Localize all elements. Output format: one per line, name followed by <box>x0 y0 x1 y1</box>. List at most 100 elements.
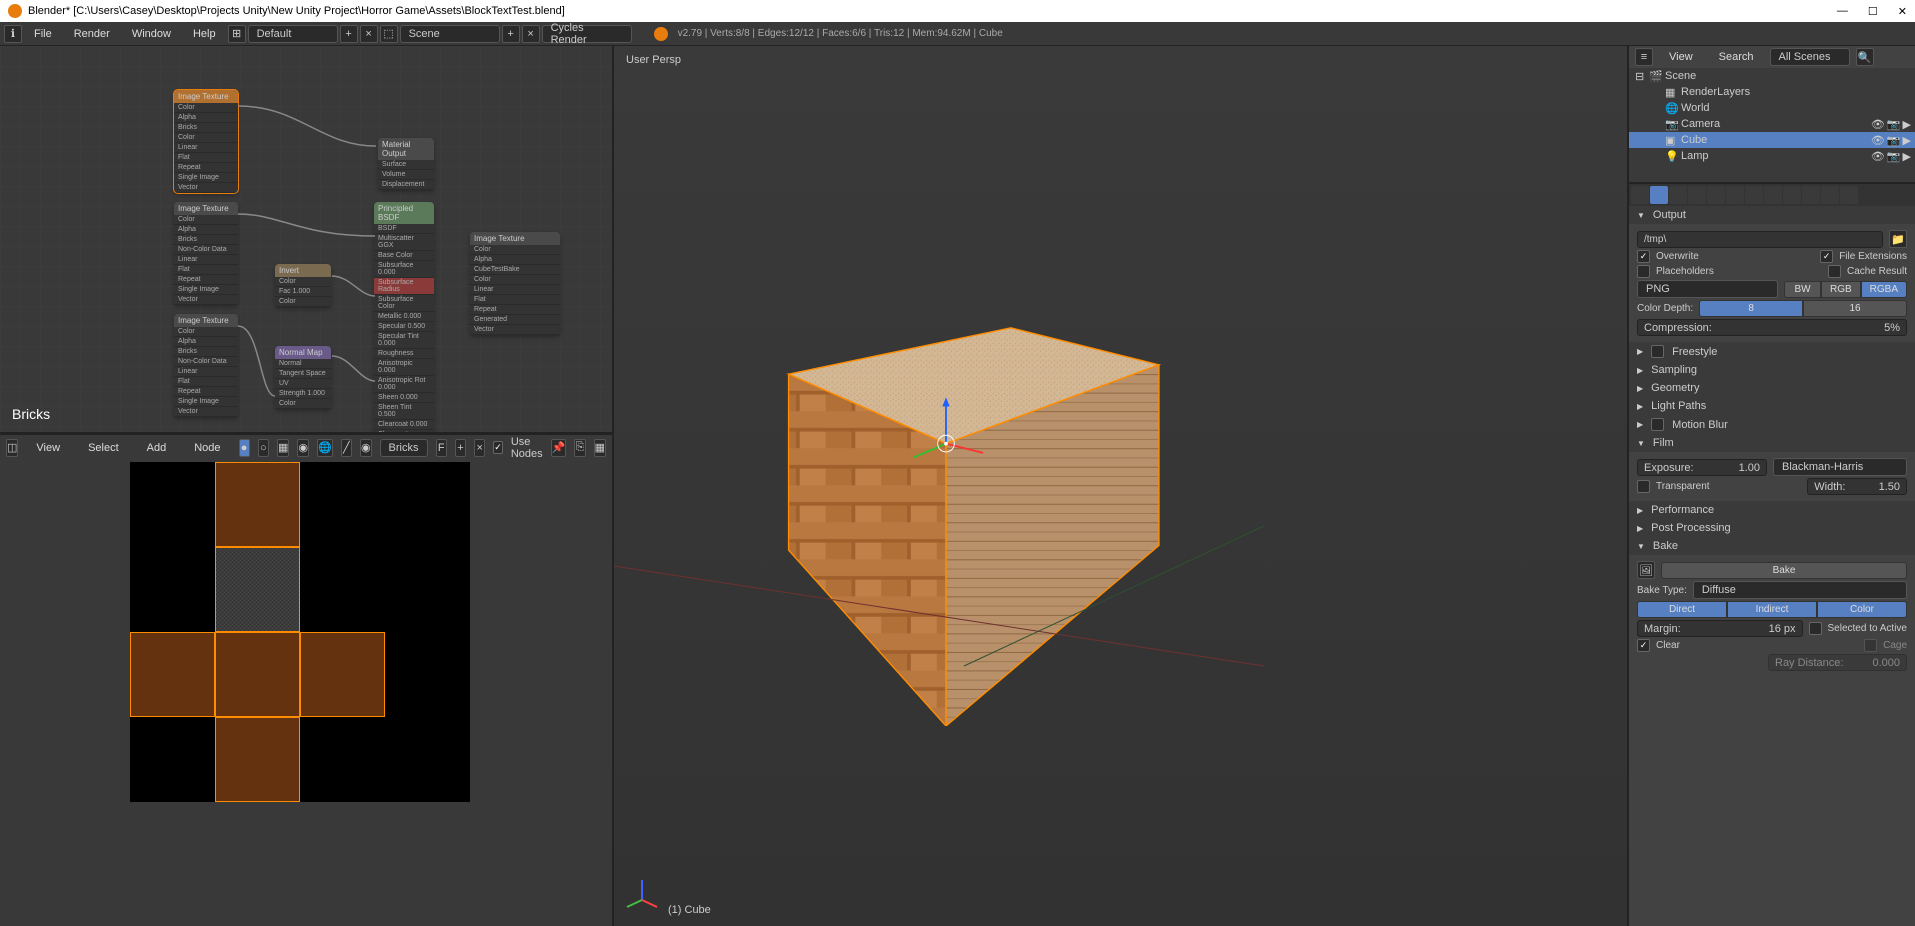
tab-data[interactable] <box>1764 186 1782 204</box>
node-editor[interactable]: Image Texture ColorAlpha BricksColor Lin… <box>0 46 612 434</box>
clear-checkbox[interactable] <box>1637 639 1650 652</box>
node-principled-bsdf[interactable]: Principled BSDF BSDFMultiscatter GGX Bas… <box>374 202 434 434</box>
bake-type-dropdown[interactable]: Diffuse <box>1693 581 1907 599</box>
panel-geometry[interactable]: Geometry <box>1629 379 1915 397</box>
sel-to-active-checkbox[interactable] <box>1809 622 1822 635</box>
node-normal-map[interactable]: Normal Map NormalTangent Space UVStrengt… <box>275 346 331 409</box>
copy-icon[interactable]: ⎘ <box>574 439 585 457</box>
tab-render[interactable] <box>1631 186 1649 204</box>
panel-performance[interactable]: Performance <box>1629 501 1915 519</box>
cube-mesh[interactable] <box>696 226 1196 726</box>
pixel-filter-dropdown[interactable]: Blackman-Harris <box>1773 458 1907 476</box>
composite-nodes-icon[interactable]: ○ <box>258 439 269 457</box>
bw-button[interactable]: BW <box>1784 281 1821 298</box>
uv-face[interactable] <box>215 717 300 802</box>
material-dropdown[interactable]: Bricks <box>380 439 428 457</box>
exposure-field[interactable]: Exposure:1.00 <box>1637 459 1767 476</box>
3d-viewport[interactable]: User Persp <box>614 46 1627 926</box>
panel-film-header[interactable]: Film <box>1629 434 1915 452</box>
uv-image-canvas[interactable] <box>130 462 470 802</box>
outliner-type-icon[interactable]: ≡ <box>1635 48 1653 66</box>
outliner-search[interactable]: Search <box>1709 48 1764 66</box>
material-f-button[interactable]: F <box>436 439 447 457</box>
outliner-view[interactable]: View <box>1659 48 1703 66</box>
material-browse-icon[interactable]: ◉ <box>360 439 372 457</box>
panel-output-header[interactable]: Output <box>1629 206 1915 224</box>
menu-help[interactable]: Help <box>183 25 226 43</box>
scene-dropdown[interactable]: Scene <box>400 25 500 43</box>
tab-object[interactable] <box>1707 186 1725 204</box>
panel-post[interactable]: Post Processing <box>1629 519 1915 537</box>
margin-field[interactable]: Margin:16 px <box>1637 620 1803 637</box>
backdrop-icon[interactable]: ▦ <box>594 439 606 457</box>
panel-light-paths[interactable]: Light Paths <box>1629 397 1915 415</box>
depth16-button[interactable]: 16 <box>1803 300 1907 317</box>
node-image-texture-3[interactable]: Image Texture ColorAlpha BricksNon-Color… <box>174 314 238 417</box>
rgb-button[interactable]: RGB <box>1821 281 1861 298</box>
outliner-search-icon[interactable]: 🔍 <box>1856 48 1874 66</box>
layout-dropdown[interactable]: Default <box>248 25 338 43</box>
uv-face[interactable] <box>300 632 385 717</box>
indirect-button[interactable]: Indirect <box>1727 601 1817 618</box>
depth8-button[interactable]: 8 <box>1699 300 1803 317</box>
ne-menu-node[interactable]: Node <box>184 439 230 457</box>
pin-icon[interactable]: 📌 <box>551 439 567 457</box>
layout-remove-icon[interactable]: × <box>360 25 378 43</box>
tab-render-layers[interactable] <box>1650 186 1668 204</box>
menu-window[interactable]: Window <box>122 25 181 43</box>
tab-particles[interactable] <box>1821 186 1839 204</box>
color-button[interactable]: Color <box>1817 601 1907 618</box>
node-material-output[interactable]: Material Output SurfaceVolumeDisplacemen… <box>378 138 434 190</box>
node-image-texture-4[interactable]: Image Texture ColorAlpha CubeTestBakeCol… <box>470 232 560 335</box>
compression-slider[interactable]: Compression:5% <box>1637 319 1907 336</box>
node-image-texture-2[interactable]: Image Texture ColorAlpha BricksNon-Color… <box>174 202 238 305</box>
outliner-item-scene[interactable]: ⊟🎬Scene <box>1629 68 1915 84</box>
folder-icon[interactable]: 📁 <box>1889 230 1907 248</box>
linestyle-icon[interactable]: ╱ <box>341 439 352 457</box>
tab-world[interactable] <box>1688 186 1706 204</box>
ne-menu-add[interactable]: Add <box>137 439 177 457</box>
outliner-item-renderlayers[interactable]: ▦RenderLayers <box>1629 84 1915 100</box>
ne-menu-select[interactable]: Select <box>78 439 129 457</box>
rgba-button[interactable]: RGBA <box>1861 281 1907 298</box>
engine-dropdown[interactable]: Cycles Render <box>542 25 632 43</box>
minimize-button[interactable]: — <box>1837 5 1848 18</box>
scene-remove-icon[interactable]: × <box>522 25 540 43</box>
tab-physics[interactable] <box>1840 186 1858 204</box>
editor-type-icon[interactable]: ℹ <box>4 25 22 43</box>
layout-add-icon[interactable]: + <box>340 25 358 43</box>
outliner-item-world[interactable]: 🌐World <box>1629 100 1915 116</box>
outliner-filter[interactable]: All Scenes <box>1770 48 1850 66</box>
file-ext-checkbox[interactable] <box>1820 250 1833 263</box>
material-remove-icon[interactable]: × <box>474 439 485 457</box>
tab-scene[interactable] <box>1669 186 1687 204</box>
ne-menu-view[interactable]: View <box>26 439 70 457</box>
panel-freestyle[interactable]: Freestyle <box>1629 342 1915 361</box>
ne-editor-type-icon[interactable]: ◫ <box>6 439 18 457</box>
menu-file[interactable]: File <box>24 25 62 43</box>
tab-texture[interactable] <box>1802 186 1820 204</box>
placeholders-checkbox[interactable] <box>1637 265 1650 278</box>
cache-checkbox[interactable] <box>1828 265 1841 278</box>
overwrite-checkbox[interactable] <box>1637 250 1650 263</box>
uv-face[interactable] <box>215 462 300 547</box>
panel-sampling[interactable]: Sampling <box>1629 361 1915 379</box>
outliner-item-lamp[interactable]: 💡Lamp👁📷▶ <box>1629 148 1915 164</box>
node-image-texture-1[interactable]: Image Texture ColorAlpha BricksColor Lin… <box>174 90 238 193</box>
transparent-checkbox[interactable] <box>1637 480 1650 493</box>
uv-image-editor[interactable] <box>0 460 612 926</box>
screen-layout-icon[interactable]: ⊞ <box>228 25 246 43</box>
world-mode-icon[interactable]: 🌐 <box>317 439 333 457</box>
use-nodes-checkbox[interactable] <box>493 441 503 454</box>
scene-add-icon[interactable]: + <box>502 25 520 43</box>
filter-width-field[interactable]: Width:1.50 <box>1807 478 1907 495</box>
maximize-button[interactable]: ☐ <box>1868 5 1878 18</box>
scene-browse-icon[interactable]: ⬚ <box>380 25 398 43</box>
object-mode-icon[interactable]: ◉ <box>297 439 309 457</box>
bake-image-icon[interactable]: 🖼 <box>1637 561 1655 579</box>
outliner-item-camera[interactable]: 📷Camera👁📷▶ <box>1629 116 1915 132</box>
format-dropdown[interactable]: PNG <box>1637 280 1778 298</box>
panel-bake-header[interactable]: Bake <box>1629 537 1915 555</box>
material-add-icon[interactable]: + <box>455 439 466 457</box>
direct-button[interactable]: Direct <box>1637 601 1727 618</box>
